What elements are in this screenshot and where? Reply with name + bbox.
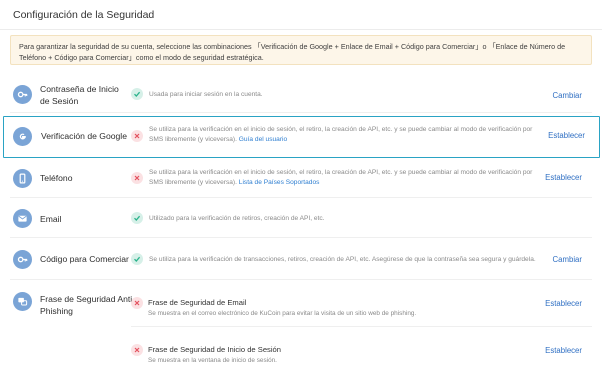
row-label: Teléfono bbox=[40, 173, 73, 183]
row-description: Se utiliza para la verificación de trans… bbox=[149, 256, 536, 263]
notice-text: Para garantizar la seguridad de su cuent… bbox=[19, 42, 566, 63]
set-login-phrase-button[interactable]: Establecer bbox=[545, 346, 582, 355]
sub-title: Frase de Seguridad de Email bbox=[148, 298, 247, 307]
supported-countries-link[interactable]: Lista de Países Soportados bbox=[239, 179, 320, 186]
phishing-icon bbox=[13, 292, 32, 311]
set-google-verification-button[interactable]: Establecer bbox=[548, 131, 585, 140]
change-trading-code-button[interactable]: Cambiar bbox=[553, 255, 582, 264]
security-settings-panel: Configuración de la Seguridad Para garan… bbox=[0, 0, 602, 372]
security-row-login-password: Contraseña de Inicio de Sesión Usada par… bbox=[10, 77, 592, 113]
panel-header: Configuración de la Seguridad bbox=[0, 0, 602, 30]
divider bbox=[131, 326, 592, 327]
row-label: Contraseña de Inicio de Sesión bbox=[40, 84, 119, 106]
security-row-anti-phishing: Frase de Seguridad Anti-Phishing Frase d… bbox=[10, 282, 592, 374]
change-password-button[interactable]: Cambiar bbox=[553, 91, 582, 100]
set-phone-button[interactable]: Establecer bbox=[545, 173, 582, 182]
security-row-google-verification: Verificación de Google Se utiliza para l… bbox=[3, 116, 600, 158]
status-ok-icon bbox=[131, 253, 143, 265]
key-icon bbox=[13, 85, 32, 104]
sub-description: Se muestra en la ventana de inicio de se… bbox=[148, 357, 277, 364]
description-text: Se utiliza para la verificación en el in… bbox=[149, 169, 533, 186]
status-not-set-icon bbox=[131, 297, 143, 309]
row-label: Frase de Seguridad Anti-Phishing bbox=[40, 294, 136, 316]
user-guide-link[interactable]: Guía del usuario bbox=[239, 136, 287, 143]
description-text: Se utiliza para la verificación en el in… bbox=[149, 126, 533, 143]
security-row-phone: Teléfono Se utiliza para la verificación… bbox=[10, 160, 592, 198]
status-ok-icon bbox=[131, 212, 143, 224]
sub-description: Se muestra en el correo electrónico de K… bbox=[148, 310, 417, 317]
google-icon bbox=[13, 127, 32, 146]
status-not-set-icon bbox=[131, 344, 143, 356]
status-ok-icon bbox=[131, 88, 143, 100]
key-icon bbox=[13, 250, 32, 269]
security-notice: Para garantizar la seguridad de su cuent… bbox=[10, 35, 592, 65]
row-description: Utilizado para la verificación de retiro… bbox=[149, 215, 325, 222]
set-email-phrase-button[interactable]: Establecer bbox=[545, 299, 582, 308]
page-title: Configuración de la Seguridad bbox=[13, 9, 155, 21]
mail-icon bbox=[13, 209, 32, 228]
status-not-set-icon bbox=[131, 130, 143, 142]
phone-icon bbox=[13, 169, 32, 188]
security-row-trading-code: Código para Comerciar Se utiliza para la… bbox=[10, 240, 592, 280]
sub-title: Frase de Seguridad de Inicio de Sesión bbox=[148, 345, 281, 354]
row-description: Usada para iniciar sesión en la cuenta. bbox=[149, 91, 263, 98]
status-not-set-icon bbox=[131, 172, 143, 184]
row-label: Verificación de Google bbox=[41, 131, 127, 141]
row-label: Email bbox=[40, 214, 62, 224]
row-description: Se utiliza para la verificación en el in… bbox=[149, 125, 547, 145]
row-label: Código para Comerciar bbox=[40, 254, 129, 264]
security-row-email: Email Utilizado para la verificación de … bbox=[10, 200, 592, 238]
row-description: Se utiliza para la verificación en el in… bbox=[149, 168, 547, 188]
